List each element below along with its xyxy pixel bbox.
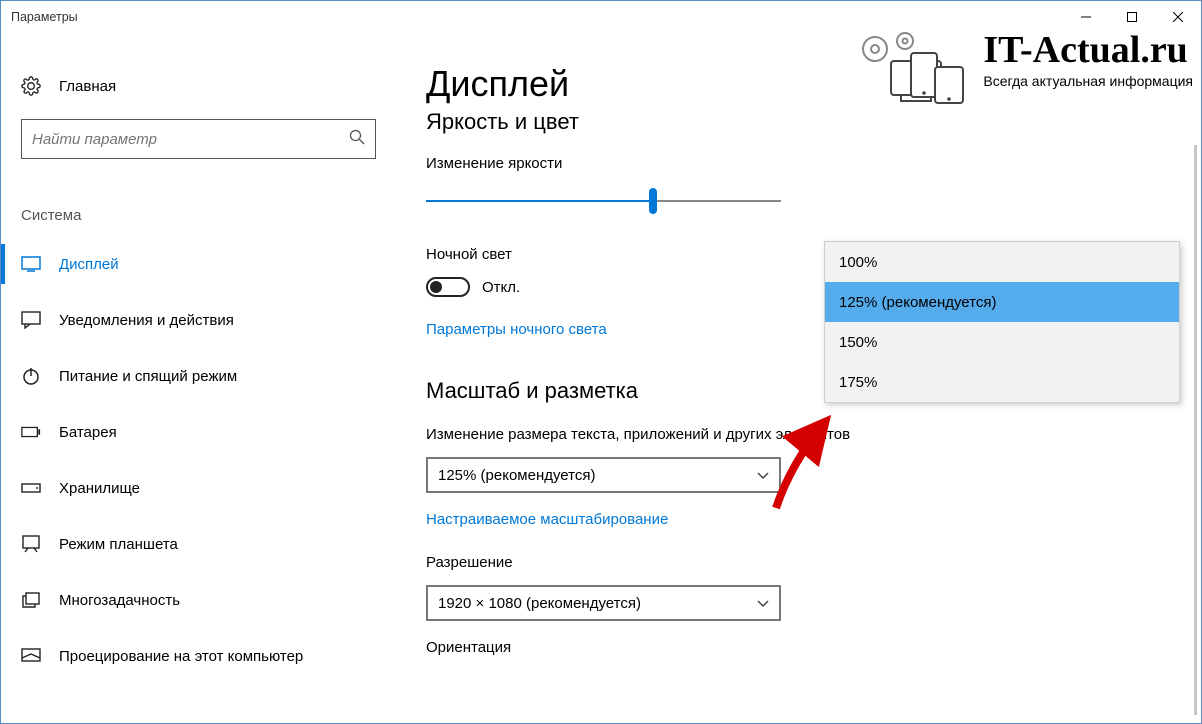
resolution-selected-value: 1920 × 1080 (рекомендуется) bbox=[438, 595, 641, 612]
sidebar-item-label: Уведомления и действия bbox=[59, 312, 234, 329]
search-icon bbox=[349, 129, 365, 149]
watermark-subtitle: Всегда актуальная информация bbox=[983, 73, 1193, 89]
battery-icon bbox=[21, 422, 41, 442]
display-icon bbox=[21, 254, 41, 274]
custom-scaling-link[interactable]: Настраиваемое масштабирование bbox=[426, 511, 1201, 528]
sidebar-item-label: Режим планшета bbox=[59, 536, 178, 553]
scale-combobox[interactable]: 125% (рекомендуется) bbox=[426, 457, 781, 493]
scale-label: Изменение размера текста, приложений и д… bbox=[426, 426, 1201, 443]
vertical-scrollbar[interactable] bbox=[1194, 145, 1197, 715]
orientation-label: Ориентация bbox=[426, 639, 1201, 656]
sidebar-item-notifications[interactable]: Уведомления и действия bbox=[1, 292, 396, 348]
sidebar-item-storage[interactable]: Хранилище bbox=[1, 460, 396, 516]
watermark-logo-icon bbox=[855, 31, 975, 111]
sidebar-item-label: Питание и спящий режим bbox=[59, 368, 237, 385]
notifications-icon bbox=[21, 310, 41, 330]
power-icon bbox=[21, 366, 41, 386]
night-light-toggle[interactable] bbox=[426, 277, 470, 297]
resolution-label: Разрешение bbox=[426, 554, 1201, 571]
sidebar-item-label: Хранилище bbox=[59, 480, 140, 497]
chevron-down-icon bbox=[757, 467, 769, 484]
window-title: Параметры bbox=[11, 10, 78, 24]
multitasking-icon bbox=[21, 590, 41, 610]
brightness-slider[interactable] bbox=[426, 186, 781, 216]
sidebar: Главная Система Дисплей Уведомления и де… bbox=[1, 33, 396, 723]
night-light-state: Откл. bbox=[482, 279, 520, 296]
sidebar-item-power[interactable]: Питание и спящий режим bbox=[1, 348, 396, 404]
watermark: IT-Actual.ru Всегда актуальная информаци… bbox=[855, 31, 1193, 111]
home-label: Главная bbox=[59, 78, 116, 95]
search-input-wrap[interactable] bbox=[21, 119, 376, 159]
search-input[interactable] bbox=[32, 131, 349, 148]
nav-list: Дисплей Уведомления и действия Питание и… bbox=[1, 236, 396, 684]
scale-option-100[interactable]: 100% bbox=[825, 242, 1179, 282]
scale-option-125[interactable]: 125% (рекомендуется) bbox=[825, 282, 1179, 322]
scale-selected-value: 125% (рекомендуется) bbox=[438, 467, 595, 484]
scale-option-175[interactable]: 175% bbox=[825, 362, 1179, 402]
sidebar-item-display[interactable]: Дисплей bbox=[1, 236, 396, 292]
brightness-label: Изменение яркости bbox=[426, 155, 1201, 172]
sidebar-item-projecting[interactable]: Проецирование на этот компьютер bbox=[1, 628, 396, 684]
section-brightness-title: Яркость и цвет bbox=[426, 109, 1201, 135]
sidebar-item-label: Дисплей bbox=[59, 256, 119, 273]
sidebar-item-label: Многозадачность bbox=[59, 592, 180, 609]
sidebar-item-label: Проецирование на этот компьютер bbox=[59, 648, 303, 665]
slider-track bbox=[426, 200, 781, 202]
category-heading: Система bbox=[21, 207, 396, 224]
scale-option-150[interactable]: 150% bbox=[825, 322, 1179, 362]
gear-icon bbox=[21, 76, 41, 96]
slider-fill bbox=[426, 200, 653, 202]
sidebar-item-label: Батарея bbox=[59, 424, 117, 441]
sidebar-item-battery[interactable]: Батарея bbox=[1, 404, 396, 460]
resolution-combobox[interactable]: 1920 × 1080 (рекомендуется) bbox=[426, 585, 781, 621]
storage-icon bbox=[21, 478, 41, 498]
chevron-down-icon bbox=[757, 595, 769, 612]
sidebar-item-multitask[interactable]: Многозадачность bbox=[1, 572, 396, 628]
watermark-title: IT-Actual.ru bbox=[983, 31, 1193, 69]
scale-dropdown[interactable]: 100% 125% (рекомендуется) 150% 175% bbox=[824, 241, 1180, 403]
tablet-icon bbox=[21, 534, 41, 554]
sidebar-item-tablet[interactable]: Режим планшета bbox=[1, 516, 396, 572]
projecting-icon bbox=[21, 646, 41, 666]
home-button[interactable]: Главная bbox=[1, 63, 396, 109]
toggle-knob bbox=[430, 281, 442, 293]
slider-thumb[interactable] bbox=[649, 188, 657, 214]
